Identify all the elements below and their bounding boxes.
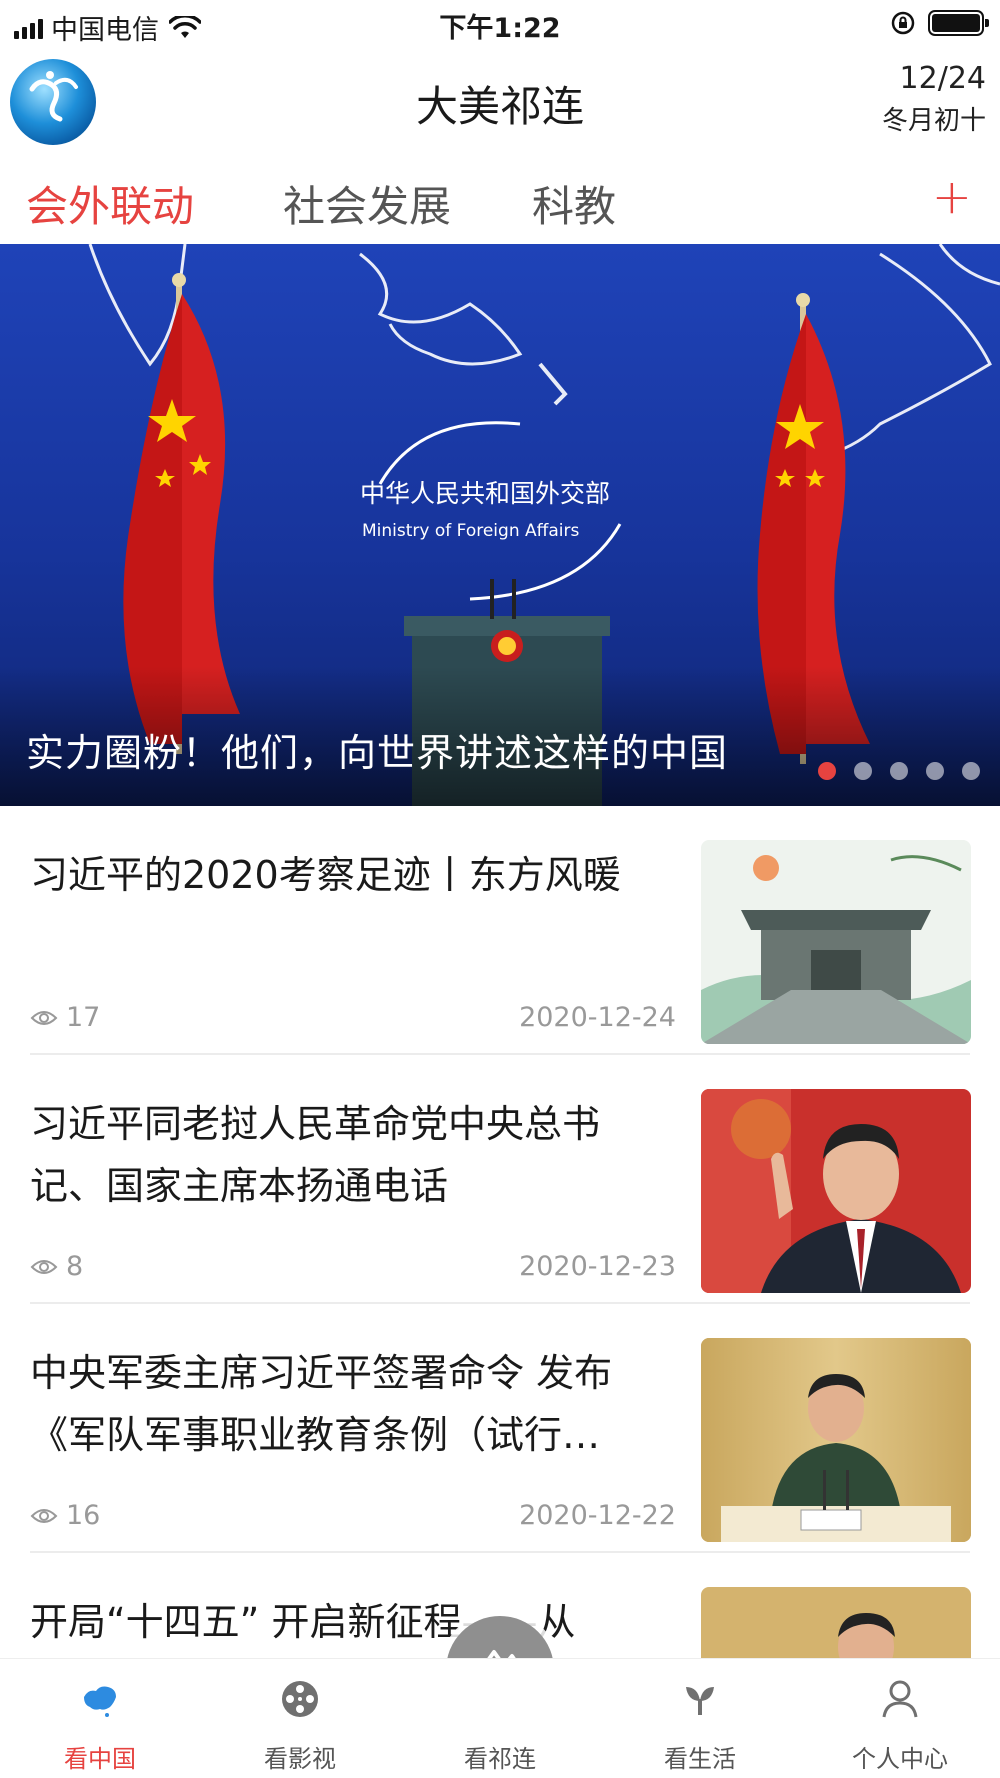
- banner-caption[interactable]: 实力圈粉！他们，向世界讲述这样的中国: [26, 722, 728, 777]
- news-item[interactable]: 中央军委主席习近平签署命令 发布《军队军事职业教育条例（试行… 16 2020-…: [0, 1304, 1000, 1553]
- news-date: 2020-12-22: [519, 1500, 676, 1531]
- eye-icon: [30, 1508, 58, 1523]
- date-text: 12/24: [899, 61, 986, 96]
- view-count: 16: [30, 1500, 100, 1531]
- nav-geren-zhongxin[interactable]: 个人中心: [800, 1659, 1000, 1778]
- news-date: 2020-12-24: [519, 1002, 676, 1033]
- status-time: 下午1:22: [439, 13, 561, 44]
- news-thumbnail[interactable]: [701, 840, 971, 1044]
- person-icon: [882, 1680, 918, 1718]
- film-reel-icon: [282, 1681, 318, 1717]
- news-thumbnail[interactable]: [701, 1338, 971, 1542]
- view-count-value: 8: [66, 1251, 84, 1282]
- nav-label: 个人中心: [852, 1745, 948, 1773]
- view-count: 8: [30, 1251, 83, 1282]
- carousel-dot[interactable]: [854, 762, 872, 780]
- thumbnail-image: [701, 1338, 971, 1542]
- carousel-dot[interactable]: [926, 762, 944, 780]
- banner-sign-cn: 中华人民共和国外交部: [360, 479, 610, 508]
- eye-icon: [30, 1010, 58, 1025]
- lunar-date-text: 冬月初十: [881, 106, 986, 136]
- date-block: 12/24 冬月初十: [882, 61, 986, 137]
- news-item[interactable]: 习近平的2020考察足迹丨东方风暖 17 2020-12-24: [0, 806, 1000, 1055]
- view-count: 17: [30, 1002, 100, 1033]
- status-right: [890, 10, 989, 36]
- thumbnail-image: [701, 840, 971, 1044]
- nav-label: 看祁连: [464, 1745, 536, 1773]
- thumbnail-image: [701, 1089, 971, 1293]
- nav-kan-zhongguo[interactable]: 看中国: [0, 1659, 200, 1778]
- nav-kan-qilian[interactable]: 看祁连: [400, 1659, 600, 1778]
- news-thumbnail[interactable]: [701, 1089, 971, 1293]
- nav-kan-yingshi[interactable]: 看影视: [200, 1659, 400, 1778]
- tab-ke-jiao[interactable]: 科教: [532, 173, 616, 234]
- carousel-dot[interactable]: [818, 762, 836, 780]
- banner-sign-en: Ministry of Foreign Affairs: [362, 521, 579, 541]
- news-item[interactable]: 习近平同老挝人民革命党中央总书记、国家主席本扬通电话 8 2020-12-23: [0, 1055, 1000, 1304]
- news-date: 2020-12-23: [519, 1251, 676, 1282]
- app-header: 大美祁连 12/24 冬月初十: [0, 55, 1000, 155]
- view-count-value: 16: [66, 1500, 101, 1531]
- battery-icon: [928, 10, 989, 36]
- tab-hui-wai-lian-dong[interactable]: 会外联动: [26, 173, 194, 234]
- tab-she-hui-fa-zhan[interactable]: 社会发展: [283, 173, 451, 234]
- news-title[interactable]: 中央军委主席习近平签署命令 发布《军队军事职业教育条例（试行…: [30, 1342, 670, 1466]
- carousel-dot[interactable]: [890, 762, 908, 780]
- china-map-icon: [84, 1686, 116, 1717]
- bottom-nav: 看中国 看影视 看祁连 看生活 个人中心: [0, 1658, 1000, 1778]
- nav-label: 看生活: [664, 1745, 736, 1773]
- rotation-lock-icon: [891, 11, 915, 35]
- carousel-indicator: [818, 762, 980, 780]
- add-channel-button[interactable]: +: [932, 169, 972, 225]
- carousel-dot[interactable]: [962, 762, 980, 780]
- nav-label: 看影视: [264, 1745, 336, 1773]
- channel-tabs: 会外联动 社会发展 科教 +: [0, 165, 1000, 245]
- eye-icon: [30, 1259, 58, 1274]
- status-bar: 中国电信 下午1:22: [0, 0, 1000, 50]
- news-title[interactable]: 习近平的2020考察足迹丨东方风暖: [30, 844, 670, 906]
- app-title: 大美祁连: [415, 82, 584, 131]
- nav-kan-shenghuo[interactable]: 看生活: [600, 1659, 800, 1778]
- nav-label: 看中国: [64, 1745, 136, 1773]
- news-title[interactable]: 习近平同老挝人民革命党中央总书记、国家主席本扬通电话: [30, 1093, 670, 1217]
- sprout-icon: [686, 1687, 714, 1715]
- view-count-value: 17: [66, 1002, 101, 1033]
- banner-carousel[interactable]: 中华人民共和国外交部 Ministry of Foreign Affairs 实…: [0, 244, 1000, 806]
